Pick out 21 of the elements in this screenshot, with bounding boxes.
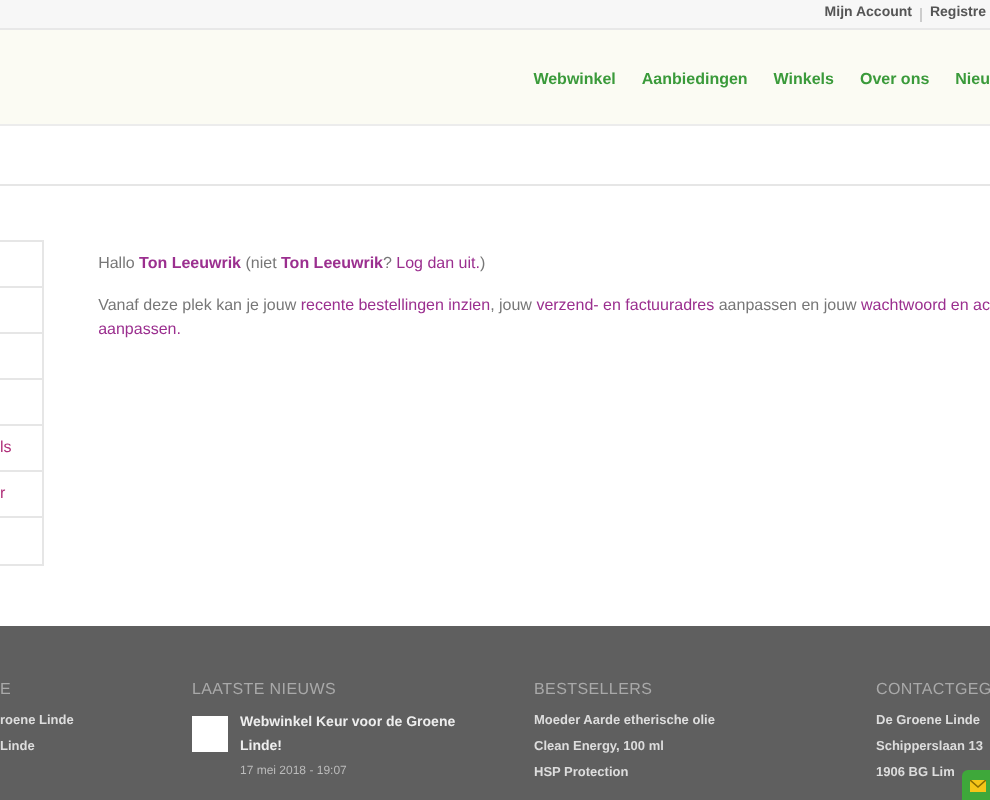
- footer-heading: CONTACTGEG: [876, 678, 990, 702]
- sidebar-item[interactable]: r: [0, 482, 6, 506]
- nav-link[interactable]: Winkels: [773, 67, 834, 91]
- intro-paragraph: Vanaf deze plek kan je jouw recente bestellingen inzien, jouw verzend- en factuuradres aanpassen en jouw wachtwoord en ac aanpassen.: [98, 294, 990, 342]
- envelope-icon: [970, 779, 986, 791]
- text-link[interactable]: recente bestellingen inzien: [300, 296, 491, 314]
- text-link[interactable]: wachtwoord en ac: [861, 296, 990, 314]
- sidebar-item[interactable]: ls: [0, 436, 12, 460]
- text-link[interactable]: aanpassen.: [98, 320, 181, 338]
- nav-link[interactable]: Aanbiedingen: [641, 67, 748, 91]
- footer-heading: BESTSELLERS: [534, 678, 655, 702]
- news-thumbnail: [192, 716, 228, 752]
- nav-link[interactable]: Over ons: [859, 67, 930, 91]
- nav-link[interactable]: Webwinkel: [533, 67, 616, 91]
- mail-button[interactable]: [962, 770, 990, 800]
- text-link[interactable]: Log dan uit.: [396, 254, 480, 272]
- nav-link[interactable]: Nieu: [955, 67, 990, 91]
- footer-heading: LAATSTE NIEUWS: [192, 678, 338, 702]
- text-link[interactable]: verzend- en factuuradres: [536, 296, 715, 314]
- footer-heading: E: [0, 678, 14, 702]
- greeting-text: Hallo Ton Leeuwrik (niet Ton Leeuwrik? Log dan uit.): [98, 252, 488, 276]
